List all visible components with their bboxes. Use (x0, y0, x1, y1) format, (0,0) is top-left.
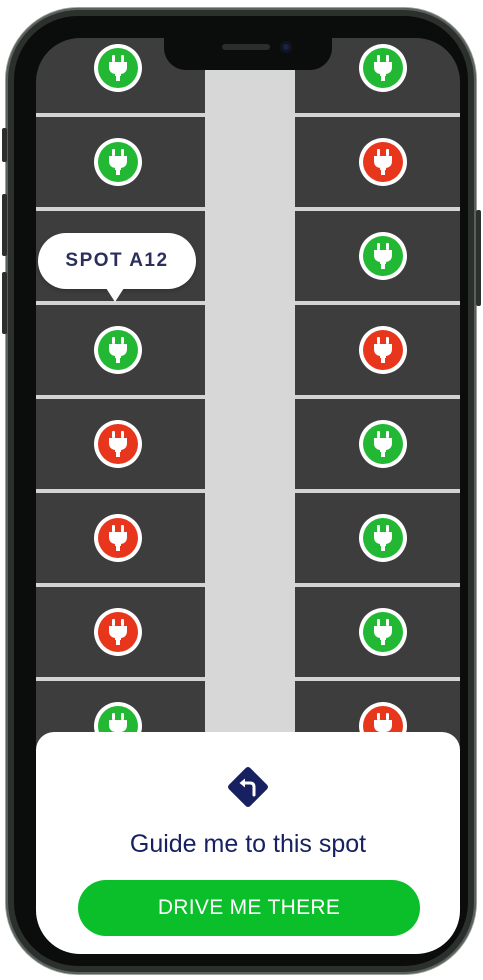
guide-title: Guide me to this spot (129, 830, 367, 858)
front-camera (280, 41, 292, 53)
selected-spot-tooltip: SPOT A12 (38, 233, 196, 289)
speaker (222, 44, 270, 50)
mute-switch (2, 128, 7, 162)
right-spot-divider (295, 583, 460, 587)
right-spot-divider (295, 489, 460, 493)
ev-charger-icon (98, 612, 138, 652)
ev-charger-icon (363, 142, 403, 182)
notch (164, 38, 332, 70)
left-parking-spot-occupied[interactable] (94, 514, 142, 562)
ev-charger-icon (363, 612, 403, 652)
left-spot-divider (36, 677, 205, 681)
right-parking-spot-available[interactable] (359, 514, 407, 562)
right-parking-spot-available[interactable] (359, 608, 407, 656)
volume-up-button (2, 194, 7, 256)
right-spot-divider (295, 677, 460, 681)
right-spot-divider (295, 301, 460, 305)
power-button (476, 210, 481, 306)
right-parking-spot-occupied[interactable] (359, 138, 407, 186)
ev-charger-icon (98, 518, 138, 558)
right-parking-spot-available[interactable] (359, 232, 407, 280)
app-screen: SPOT A12 Guide me to this spot DRIVE ME … (36, 38, 460, 954)
ev-charger-icon (363, 330, 403, 370)
right-parking-spot-occupied[interactable] (359, 326, 407, 374)
selected-spot-label: SPOT A12 (65, 250, 169, 271)
turn-left-sign-icon (228, 767, 268, 807)
right-spot-divider (295, 113, 460, 117)
right-parking-spot-available[interactable] (359, 44, 407, 92)
ev-charger-icon (98, 142, 138, 182)
left-spot-divider (36, 583, 205, 587)
left-spot-divider (36, 113, 205, 117)
right-parking-spot-available[interactable] (359, 420, 407, 468)
left-parking-spot-occupied[interactable] (94, 420, 142, 468)
volume-down-button (2, 272, 7, 334)
left-parking-spot-available[interactable] (94, 44, 142, 92)
left-spot-divider (36, 395, 205, 399)
left-parking-spot-occupied[interactable] (94, 608, 142, 656)
right-spot-divider (295, 207, 460, 211)
left-spot-divider (36, 207, 205, 211)
bottom-sheet: Guide me to this spot DRIVE ME THERE (36, 732, 460, 954)
left-parking-spot-available[interactable] (94, 138, 142, 186)
right-spot-divider (295, 395, 460, 399)
ev-charger-icon (363, 236, 403, 276)
left-parking-spot-available[interactable] (94, 326, 142, 374)
left-spot-divider (36, 489, 205, 493)
drive-me-there-button[interactable]: DRIVE ME THERE (78, 880, 420, 936)
ev-charger-icon (98, 48, 138, 88)
ev-charger-icon (363, 518, 403, 558)
ev-charger-icon (363, 48, 403, 88)
tooltip-pointer (106, 288, 124, 302)
ev-charger-icon (98, 330, 138, 370)
ev-charger-icon (363, 424, 403, 464)
ev-charger-icon (98, 424, 138, 464)
